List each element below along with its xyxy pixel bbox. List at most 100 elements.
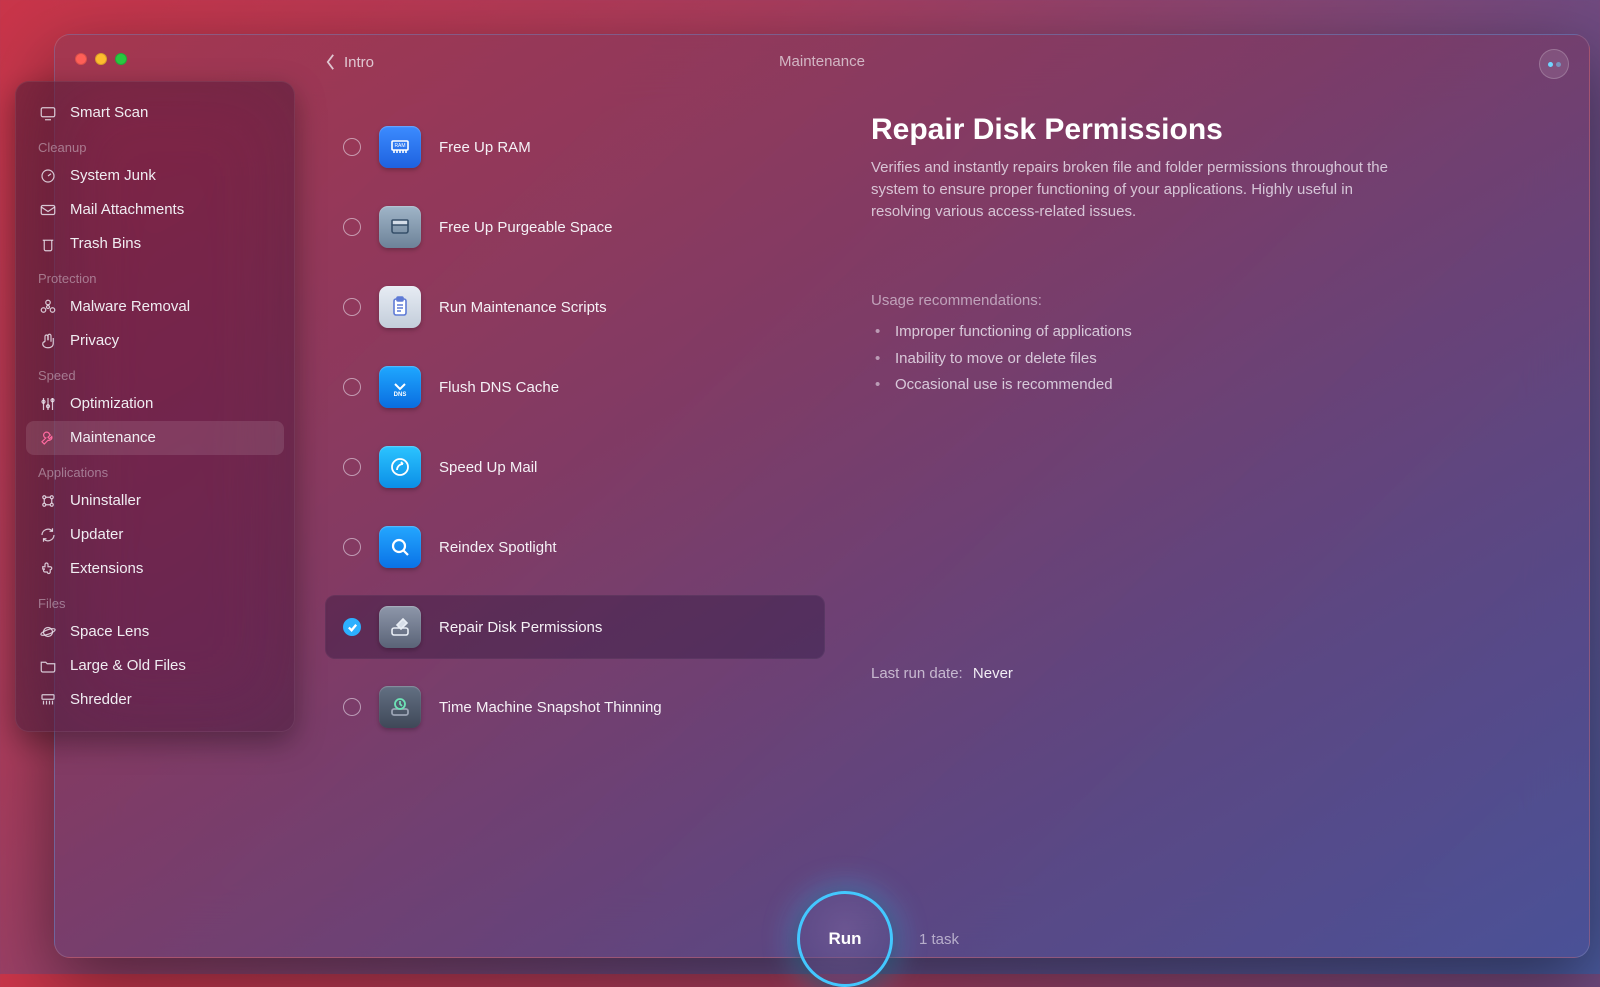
task-checkbox[interactable]	[343, 618, 361, 636]
gauge-icon	[38, 166, 58, 186]
lastrun-value: Never	[973, 665, 1013, 682]
sidebar-item-shredder[interactable]: Shredder	[26, 683, 284, 717]
sidebar-item-label: Extensions	[70, 560, 143, 578]
sidebar-section-protection: Protection	[26, 261, 284, 290]
sidebar-section-cleanup: Cleanup	[26, 130, 284, 159]
lastrun-label: Last run date:	[871, 665, 963, 682]
sidebar-item-label: Large & Old Files	[70, 657, 186, 675]
task-checkbox[interactable]	[343, 378, 361, 396]
sidebar-item-extensions[interactable]: Extensions	[26, 552, 284, 586]
monitor-icon	[38, 103, 58, 123]
chevron-left-icon	[325, 53, 336, 71]
run-button[interactable]: Run	[797, 891, 893, 987]
sidebar-item-label: Space Lens	[70, 623, 149, 641]
task-label: Speed Up Mail	[439, 459, 537, 476]
task-label: Flush DNS Cache	[439, 379, 559, 396]
time-machine-icon	[379, 686, 421, 728]
task-checkbox[interactable]	[343, 458, 361, 476]
dot-icon	[1556, 62, 1561, 67]
task-repair-disk-permissions[interactable]: Repair Disk Permissions	[325, 595, 825, 659]
sidebar-item-privacy[interactable]: Privacy	[26, 324, 284, 358]
task-label: Time Machine Snapshot Thinning	[439, 699, 662, 716]
task-label: Run Maintenance Scripts	[439, 299, 607, 316]
task-free-up-purgeable[interactable]: Free Up Purgeable Space	[325, 195, 825, 259]
sidebar-item-malware-removal[interactable]: Malware Removal	[26, 290, 284, 324]
task-label: Free Up Purgeable Space	[439, 219, 612, 236]
sidebar-item-maintenance[interactable]: Maintenance	[26, 421, 284, 455]
sidebar-item-large-old-files[interactable]: Large & Old Files	[26, 649, 284, 683]
sliders-icon	[38, 394, 58, 414]
close-window-button[interactable]	[75, 53, 87, 65]
sidebar-item-label: System Junk	[70, 167, 156, 185]
app-window: Intro Maintenance Smart Scan Cleanup Sys…	[54, 34, 1590, 958]
sidebar-section-applications: Applications	[26, 455, 284, 484]
mail-speed-icon	[379, 446, 421, 488]
apps-icon	[38, 491, 58, 511]
disk-wrench-icon	[379, 606, 421, 648]
last-run: Last run date: Never	[871, 665, 1013, 682]
sidebar-item-label: Malware Removal	[70, 298, 190, 316]
minimize-window-button[interactable]	[95, 53, 107, 65]
sidebar-item-updater[interactable]: Updater	[26, 518, 284, 552]
dot-icon	[1548, 62, 1553, 67]
task-time-machine-thinning[interactable]: Time Machine Snapshot Thinning	[325, 675, 825, 739]
sidebar-item-smart-scan[interactable]: Smart Scan	[26, 96, 284, 130]
sidebar: Smart Scan Cleanup System Junk Mail Atta…	[15, 81, 295, 732]
clipboard-icon	[379, 286, 421, 328]
sidebar-item-system-junk[interactable]: System Junk	[26, 159, 284, 193]
sidebar-item-label: Smart Scan	[70, 104, 148, 122]
sidebar-item-trash-bins[interactable]: Trash Bins	[26, 227, 284, 261]
run-button-label: Run	[828, 929, 861, 949]
task-free-up-ram[interactable]: RAM Free Up RAM	[325, 115, 825, 179]
task-run-maintenance-scripts[interactable]: Run Maintenance Scripts	[325, 275, 825, 339]
search-icon	[379, 526, 421, 568]
sidebar-item-label: Updater	[70, 526, 123, 544]
sidebar-item-label: Shredder	[70, 691, 132, 709]
task-checkbox[interactable]	[343, 698, 361, 716]
zoom-window-button[interactable]	[115, 53, 127, 65]
run-area: Run 1 task	[797, 891, 959, 987]
sidebar-item-label: Trash Bins	[70, 235, 141, 253]
trash-icon	[38, 234, 58, 254]
task-list: RAM Free Up RAM Free Up Purgeable Space …	[325, 115, 825, 739]
sidebar-item-optimization[interactable]: Optimization	[26, 387, 284, 421]
mail-icon	[38, 200, 58, 220]
task-count: 1 task	[919, 931, 959, 948]
task-checkbox[interactable]	[343, 138, 361, 156]
detail-title: Repair Disk Permissions	[871, 113, 1549, 147]
planet-icon	[38, 622, 58, 642]
svg-text:DNS: DNS	[394, 392, 407, 398]
hand-icon	[38, 331, 58, 351]
task-label: Reindex Spotlight	[439, 539, 557, 556]
sidebar-item-mail-attachments[interactable]: Mail Attachments	[26, 193, 284, 227]
wrench-icon	[38, 428, 58, 448]
ram-icon: RAM	[379, 126, 421, 168]
sidebar-item-label: Mail Attachments	[70, 201, 184, 219]
page-title: Maintenance	[779, 53, 865, 70]
sidebar-item-space-lens[interactable]: Space Lens	[26, 615, 284, 649]
task-flush-dns-cache[interactable]: DNS Flush DNS Cache	[325, 355, 825, 419]
biohazard-icon	[38, 297, 58, 317]
svg-text:RAM: RAM	[394, 143, 405, 149]
task-speed-up-mail[interactable]: Speed Up Mail	[325, 435, 825, 499]
task-reindex-spotlight[interactable]: Reindex Spotlight	[325, 515, 825, 579]
refresh-icon	[38, 525, 58, 545]
shredder-icon	[38, 690, 58, 710]
detail-pane: Repair Disk Permissions Verifies and ins…	[871, 113, 1549, 398]
detail-description: Verifies and instantly repairs broken fi…	[871, 157, 1391, 222]
recommendation-item: Occasional use is recommended	[871, 372, 1549, 398]
folder-icon	[38, 656, 58, 676]
sidebar-item-label: Uninstaller	[70, 492, 141, 510]
sidebar-item-uninstaller[interactable]: Uninstaller	[26, 484, 284, 518]
back-button[interactable]: Intro	[325, 53, 374, 71]
task-checkbox[interactable]	[343, 298, 361, 316]
sidebar-item-label: Optimization	[70, 395, 153, 413]
task-checkbox[interactable]	[343, 218, 361, 236]
recommendations-label: Usage recommendations:	[871, 292, 1549, 309]
task-checkbox[interactable]	[343, 538, 361, 556]
back-label: Intro	[344, 54, 374, 71]
dns-icon: DNS	[379, 366, 421, 408]
sidebar-item-label: Maintenance	[70, 429, 156, 447]
assistant-button[interactable]	[1539, 49, 1569, 79]
sidebar-section-files: Files	[26, 586, 284, 615]
